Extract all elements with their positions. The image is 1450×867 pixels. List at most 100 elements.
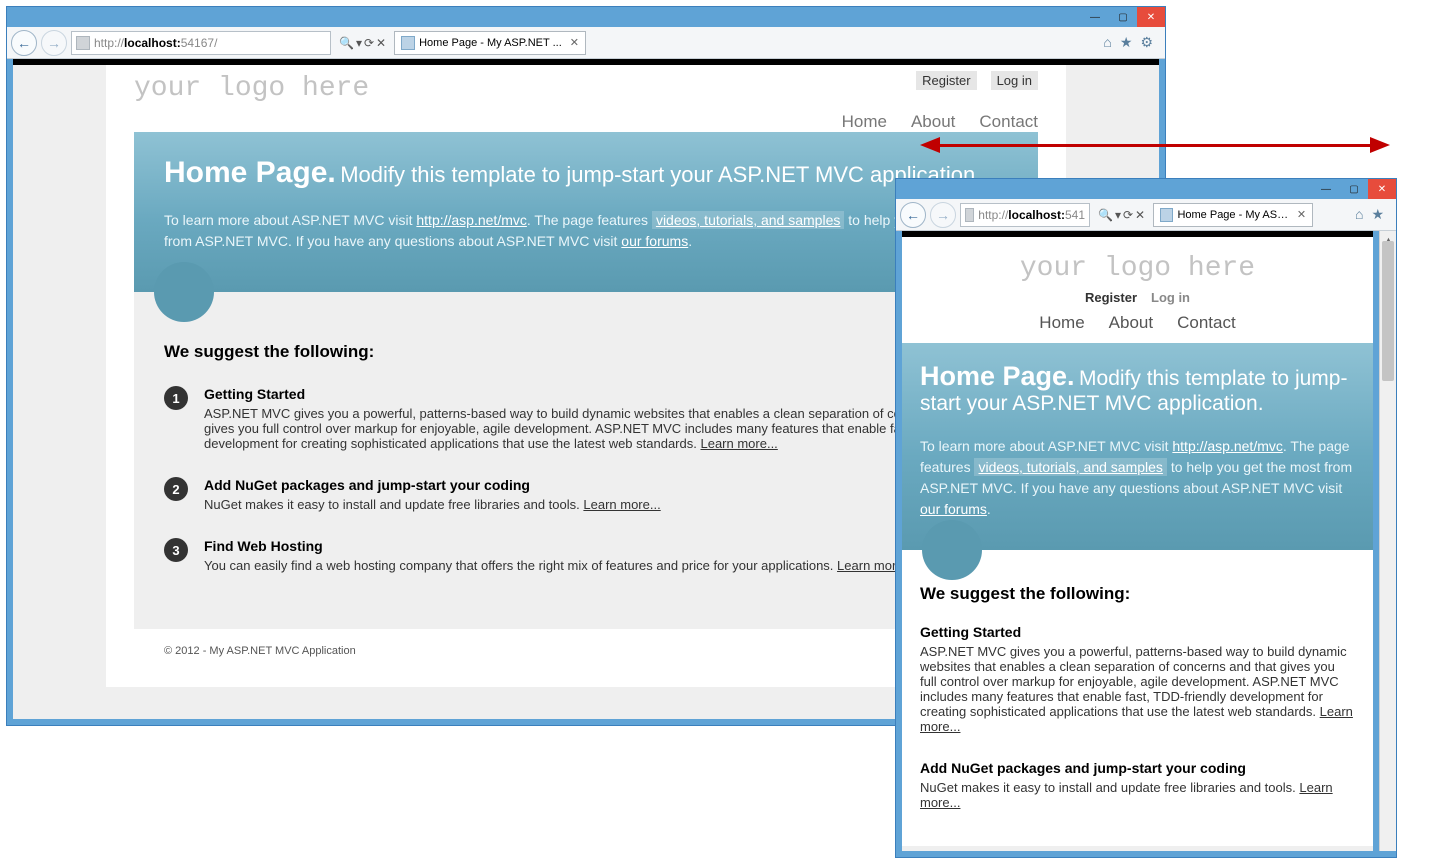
browser-right-controls: ⌂ ★ ⚙	[1095, 34, 1161, 51]
address-bar-controls: 🔍 ▾ ⟳ ✕	[335, 36, 390, 50]
resize-annotation-arrow	[920, 142, 1390, 148]
item-title: Find Web Hosting	[204, 538, 914, 554]
hero-text-a: To learn more about ASP.NET MVC visit	[164, 212, 412, 228]
address-bar[interactable]: http:// localhost: 541	[960, 203, 1090, 227]
list-item: 3 Find Web Hosting You can easily find a…	[164, 538, 1008, 573]
arrow-right-head-icon	[1370, 137, 1390, 153]
item-number-badge: 2	[164, 477, 188, 501]
favorites-icon[interactable]: ★	[1371, 206, 1384, 223]
dropdown-icon[interactable]: ▾	[1115, 208, 1121, 222]
learn-more-link[interactable]: Learn more...	[700, 436, 777, 451]
back-button[interactable]: ←	[900, 202, 926, 228]
hero-title: Home Page.	[920, 361, 1075, 391]
item-number-badge: 3	[164, 538, 188, 562]
arrow-left-head-icon	[920, 137, 940, 153]
close-tab-icon[interactable]: ✕	[1293, 208, 1306, 221]
arrow-line	[940, 144, 1370, 147]
item-title: Add NuGet packages and jump-start your c…	[920, 760, 1355, 776]
titlebar: — ▢ ✕	[7, 7, 1165, 27]
hero-link-forums[interactable]: our forums	[920, 501, 987, 517]
hero-decoration-icon	[922, 520, 982, 580]
browser-tab[interactable]: Home Page - My ASP.NET ... ✕	[394, 31, 586, 55]
nav-home[interactable]: Home	[1039, 313, 1084, 333]
url-port: 54167/	[181, 36, 218, 50]
item-body: NuGet makes it easy to install and updat…	[204, 497, 661, 512]
window-close-button[interactable]: ✕	[1368, 179, 1396, 199]
refresh-icon[interactable]: ⟳	[1123, 208, 1133, 222]
browser-right-controls: ⌂ ★	[1347, 206, 1392, 223]
nav-contact[interactable]: Contact	[979, 112, 1038, 132]
window-maximize-button[interactable]: ▢	[1109, 7, 1137, 27]
url-scheme: http://	[94, 36, 124, 50]
nav-home[interactable]: Home	[842, 112, 887, 132]
url-scheme: http://	[978, 208, 1008, 222]
hero-decoration-icon	[154, 262, 214, 322]
hero-link-mvc[interactable]: http://asp.net/mvc	[1172, 438, 1283, 454]
item-body: NuGet makes it easy to install and updat…	[920, 780, 1355, 810]
item-body: You can easily find a web hosting compan…	[204, 558, 914, 573]
window-close-button[interactable]: ✕	[1137, 7, 1165, 27]
refresh-icon[interactable]: ⟳	[364, 36, 374, 50]
suggestions-section: We suggest the following: 1 Getting Star…	[902, 550, 1373, 846]
page-viewport: your logo here Register Log in Home Abou…	[902, 231, 1373, 851]
hero-text-b: . The page features	[527, 212, 648, 228]
stop-icon[interactable]: ✕	[376, 36, 386, 50]
site-logo: your logo here	[912, 253, 1363, 284]
item-body: ASP.NET MVC gives you a powerful, patter…	[920, 644, 1355, 734]
hero-text-a: To learn more about ASP.NET MVC visit	[920, 438, 1168, 454]
window-minimize-button[interactable]: —	[1312, 179, 1340, 199]
vertical-scrollbar[interactable]: ▲	[1379, 231, 1396, 851]
login-link[interactable]: Log in	[991, 71, 1038, 90]
browser-toolbar: ← → http:// localhost: 54167/ 🔍 ▾ ⟳ ✕ Ho…	[7, 27, 1165, 59]
nav-about[interactable]: About	[1109, 313, 1153, 333]
register-link[interactable]: Register	[1085, 290, 1137, 305]
tab-favicon-icon	[401, 36, 415, 50]
hero-link-forums[interactable]: our forums	[621, 233, 688, 249]
forward-button[interactable]: →	[930, 202, 956, 228]
scrollbar-thumb[interactable]	[1382, 241, 1394, 381]
login-link[interactable]: Log in	[1151, 290, 1190, 305]
item-body-text: ASP.NET MVC gives you a powerful, patter…	[920, 644, 1347, 719]
hero-paragraph: To learn more about ASP.NET MVC visit ht…	[920, 436, 1355, 520]
learn-more-link[interactable]: Learn more...	[583, 497, 660, 512]
hero-link-mvc[interactable]: http://asp.net/mvc	[416, 212, 527, 228]
site-logo: your logo here	[134, 73, 1038, 104]
site-favicon-icon	[965, 208, 974, 222]
search-icon[interactable]: 🔍	[1098, 208, 1113, 222]
url-host: localhost:	[124, 36, 181, 50]
address-bar[interactable]: http:// localhost: 54167/	[71, 31, 331, 55]
hero-subtitle: Modify this template to jump-start your …	[340, 162, 981, 187]
item-body-text: You can easily find a web hosting compan…	[204, 558, 833, 573]
register-link[interactable]: Register	[916, 71, 976, 90]
url-host: localhost:	[1008, 208, 1065, 222]
search-icon[interactable]: 🔍	[339, 36, 354, 50]
list-item: 2 Add NuGet packages and jump-start your…	[164, 477, 1008, 512]
settings-icon[interactable]: ⚙	[1140, 34, 1153, 51]
forward-button[interactable]: →	[41, 30, 67, 56]
back-button[interactable]: ←	[11, 30, 37, 56]
item-title: Getting Started	[204, 386, 1008, 402]
tab-favicon-icon	[1160, 208, 1173, 222]
hero-link-videos[interactable]: videos, tutorials, and samples	[652, 211, 844, 229]
dropdown-icon[interactable]: ▾	[356, 36, 362, 50]
list-item: 1 Getting Started ASP.NET MVC gives you …	[164, 386, 1008, 451]
hero-link-videos[interactable]: videos, tutorials, and samples	[974, 458, 1166, 476]
stop-icon[interactable]: ✕	[1135, 208, 1145, 222]
window-minimize-button[interactable]: —	[1081, 7, 1109, 27]
item-body-text: ASP.NET MVC gives you a powerful, patter…	[204, 406, 991, 451]
page-body: your logo here Register Log in Home Abou…	[902, 237, 1373, 846]
nav-contact[interactable]: Contact	[1177, 313, 1236, 333]
item-body-text: NuGet makes it easy to install and updat…	[204, 497, 580, 512]
home-icon[interactable]: ⌂	[1355, 206, 1363, 223]
window-maximize-button[interactable]: ▢	[1340, 179, 1368, 199]
main-nav: Home About Contact	[842, 112, 1038, 132]
home-icon[interactable]: ⌂	[1103, 34, 1111, 51]
tab-title: Home Page - My ASP.NET ...	[419, 37, 562, 49]
auth-links: Register Log in	[912, 290, 1363, 305]
nav-about[interactable]: About	[911, 112, 955, 132]
favorites-icon[interactable]: ★	[1120, 34, 1133, 51]
item-body: ASP.NET MVC gives you a powerful, patter…	[204, 406, 1008, 451]
list-item: 1 Getting Started ASP.NET MVC gives you …	[920, 624, 1355, 734]
browser-tab[interactable]: Home Page - My ASP.... ✕	[1153, 203, 1313, 227]
close-tab-icon[interactable]: ✕	[566, 36, 579, 49]
